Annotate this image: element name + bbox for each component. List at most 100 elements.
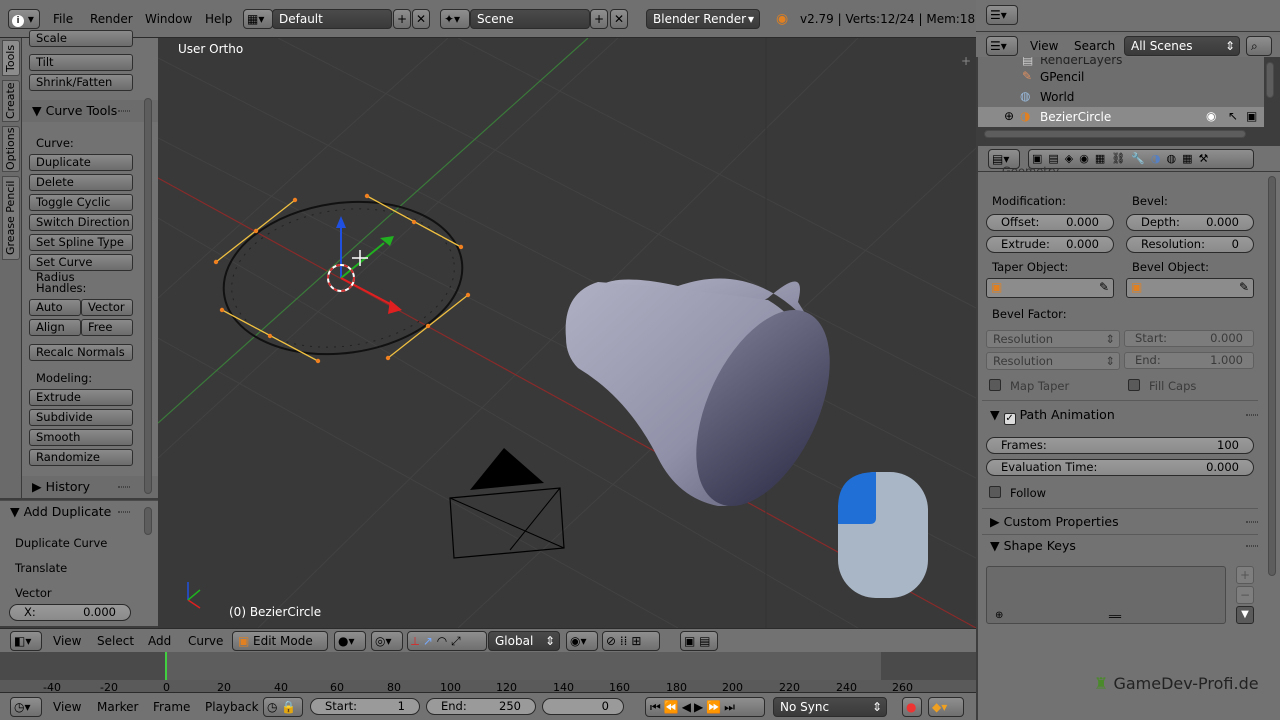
manipulator-buttons[interactable]: ⟂ ↗ ◠ ⤢: [407, 631, 487, 651]
bevel-factor-mode-start[interactable]: Resolution ⇕: [986, 330, 1120, 348]
menu-view[interactable]: View: [53, 634, 81, 648]
handle-vector-button[interactable]: Vector: [81, 299, 133, 316]
bevel-object-field[interactable]: ▣ ✎: [1126, 278, 1254, 298]
expand-icon[interactable]: ⊕: [1004, 109, 1014, 123]
menu-curve[interactable]: Curve: [188, 634, 223, 648]
recalc-normals-button[interactable]: Recalc Normals: [29, 344, 133, 361]
menu-select[interactable]: Select: [97, 634, 134, 648]
shape-keys-header[interactable]: ▼ Shape Keys: [990, 535, 1266, 557]
preview-range-buttons[interactable]: ◷ 🔒: [263, 697, 303, 717]
viewport-scene[interactable]: +: [158, 38, 976, 628]
keyframe-icon[interactable]: ◆▾: [928, 697, 964, 717]
operator-scrollbar[interactable]: [144, 507, 152, 535]
handle-auto-button[interactable]: Auto: [29, 299, 81, 316]
3d-viewport[interactable]: + User Ortho (0) BezierCircle: [158, 38, 976, 628]
outliner-editor-button[interactable]: ☰▾: [986, 36, 1018, 56]
add-duplicate-header[interactable]: ▼ Add Duplicate: [0, 501, 158, 523]
bevel-resolution-field[interactable]: Resolution: 0: [1126, 236, 1254, 253]
menu-render[interactable]: Render: [90, 12, 133, 26]
menu-file[interactable]: File: [53, 12, 73, 26]
bevel-depth-field[interactable]: Depth: 0.000: [1126, 214, 1254, 231]
timeline-menu-frame[interactable]: Frame: [153, 700, 190, 714]
tab-tools[interactable]: Tools: [2, 40, 20, 76]
fill-caps-checkbox[interactable]: [1128, 379, 1140, 391]
toolshelf-scrollbar[interactable]: [144, 98, 152, 494]
outliner-search-icon[interactable]: ⌕: [1246, 36, 1272, 56]
shrink-fatten-button[interactable]: Shrink/Fatten: [29, 74, 133, 91]
offset-field[interactable]: Offset: 0.000: [986, 214, 1114, 231]
panel-grip-icon[interactable]: [118, 110, 130, 112]
handle-free-button[interactable]: Free: [81, 319, 133, 336]
tab-grease-pencil[interactable]: Grease Pencil: [2, 176, 20, 260]
tilt-button[interactable]: Tilt: [29, 54, 133, 71]
outliner-hscrollbar[interactable]: [984, 130, 1246, 138]
taper-object-field[interactable]: ▣ ✎: [986, 278, 1114, 298]
tab-options[interactable]: Options: [2, 126, 20, 172]
render-buttons[interactable]: ▣ ▤: [680, 631, 718, 651]
current-frame-field[interactable]: 0: [542, 698, 624, 715]
custom-properties-header[interactable]: ▶ Custom Properties: [990, 511, 1266, 533]
panel-grip-icon[interactable]: [118, 511, 130, 513]
menu-window[interactable]: Window: [145, 12, 192, 26]
add-screen-icon[interactable]: +: [393, 9, 411, 29]
bevel-factor-end-field[interactable]: End: 1.000: [1124, 352, 1254, 369]
remove-screen-icon[interactable]: ✕: [412, 9, 430, 29]
timeline-menu-playback[interactable]: Playback: [205, 700, 259, 714]
outliner-editor-type-button[interactable]: ☰▾: [986, 5, 1018, 25]
record-icon[interactable]: ●: [902, 697, 922, 717]
delete-button[interactable]: Delete: [29, 174, 133, 191]
tab-create[interactable]: Create: [2, 80, 20, 122]
extrude-button[interactable]: Extrude: [29, 389, 133, 406]
path-animation-header[interactable]: ▼ ✓ Path Animation: [990, 404, 1266, 426]
eyedropper-icon[interactable]: ✎: [1099, 280, 1109, 294]
list-resize-handle[interactable]: ══: [1109, 612, 1121, 623]
add-scene-icon[interactable]: +: [590, 9, 608, 29]
selectable-icon[interactable]: ↖: [1228, 109, 1238, 123]
start-frame-field[interactable]: Start: 1: [310, 698, 420, 715]
timeline-menu-view[interactable]: View: [53, 700, 81, 714]
sync-mode-dropdown[interactable]: No Sync ⇕: [773, 697, 887, 717]
screen-layout-field[interactable]: Default: [272, 9, 392, 29]
panel-grip-icon[interactable]: [118, 486, 130, 488]
follow-checkbox[interactable]: [989, 486, 1001, 498]
outliner-item[interactable]: ✎ GPencil: [978, 67, 1264, 87]
menu-help[interactable]: Help: [205, 12, 232, 26]
end-frame-field[interactable]: End: 250: [426, 698, 536, 715]
outliner-vscrollbar[interactable]: [1266, 62, 1274, 98]
panel-grip-icon[interactable]: [1246, 414, 1258, 416]
list-filter-icon[interactable]: ⊕: [995, 610, 1003, 621]
outliner-item-selected[interactable]: ⊕ ◑ BezierCircle ◉ ↖ ▣: [978, 107, 1264, 127]
smooth-button[interactable]: Smooth: [29, 429, 133, 446]
timeline-menu-marker[interactable]: Marker: [97, 700, 138, 714]
scene-selector-icon[interactable]: ✦▾: [440, 9, 470, 29]
viewport-shading-button[interactable]: ●▾: [334, 631, 366, 651]
visibility-eye-icon[interactable]: ◉: [1206, 109, 1216, 123]
toggle-cyclic-button[interactable]: Toggle Cyclic: [29, 194, 133, 211]
properties-scrollbar[interactable]: [1268, 176, 1276, 576]
curve-tools-panel-header[interactable]: ▼ Curve Tools: [22, 100, 158, 122]
path-animation-checkbox[interactable]: ✓: [1003, 413, 1016, 425]
screen-layout-icon[interactable]: ▦▾: [243, 9, 273, 29]
timeline-editor-type-button[interactable]: ◷▾: [10, 697, 42, 717]
properties-context-tabs[interactable]: ▣▤◈◉▦⛓🔧◑◍▦⚒: [1028, 149, 1254, 169]
timeline[interactable]: -40 -20 0 20 40 60 80 100 120 140 160 18…: [0, 652, 976, 694]
editor-type-button[interactable]: ◧▾: [10, 631, 42, 651]
set-curve-radius-button[interactable]: Set Curve Radius: [29, 254, 133, 284]
eyedropper-icon[interactable]: ✎: [1239, 280, 1249, 294]
switch-direction-button[interactable]: Switch Direction: [29, 214, 133, 231]
handle-align-button[interactable]: Align: [29, 319, 81, 336]
snap-buttons[interactable]: ⊘ ⁞⁞ ⊞: [602, 631, 660, 651]
set-spline-type-button[interactable]: Set Spline Type: [29, 234, 133, 251]
randomize-button[interactable]: Randomize: [29, 449, 133, 466]
subdivide-button[interactable]: Subdivide: [29, 409, 133, 426]
transform-orientation-dropdown[interactable]: Global ⇕: [488, 631, 560, 651]
outliner-item[interactable]: ◍ World: [978, 87, 1264, 107]
remove-shape-key-button[interactable]: −: [1236, 586, 1254, 604]
mode-dropdown[interactable]: ▣ Edit Mode: [232, 631, 328, 651]
playback-controls[interactable]: ⏮⏪◀▶⏩⏭: [645, 697, 765, 717]
scene-field[interactable]: Scene: [470, 9, 590, 29]
duplicate-button[interactable]: Duplicate: [29, 154, 133, 171]
pivot-point-button[interactable]: ◎▾: [371, 631, 403, 651]
scale-button[interactable]: Scale: [29, 30, 133, 47]
remove-scene-icon[interactable]: ✕: [610, 9, 628, 29]
